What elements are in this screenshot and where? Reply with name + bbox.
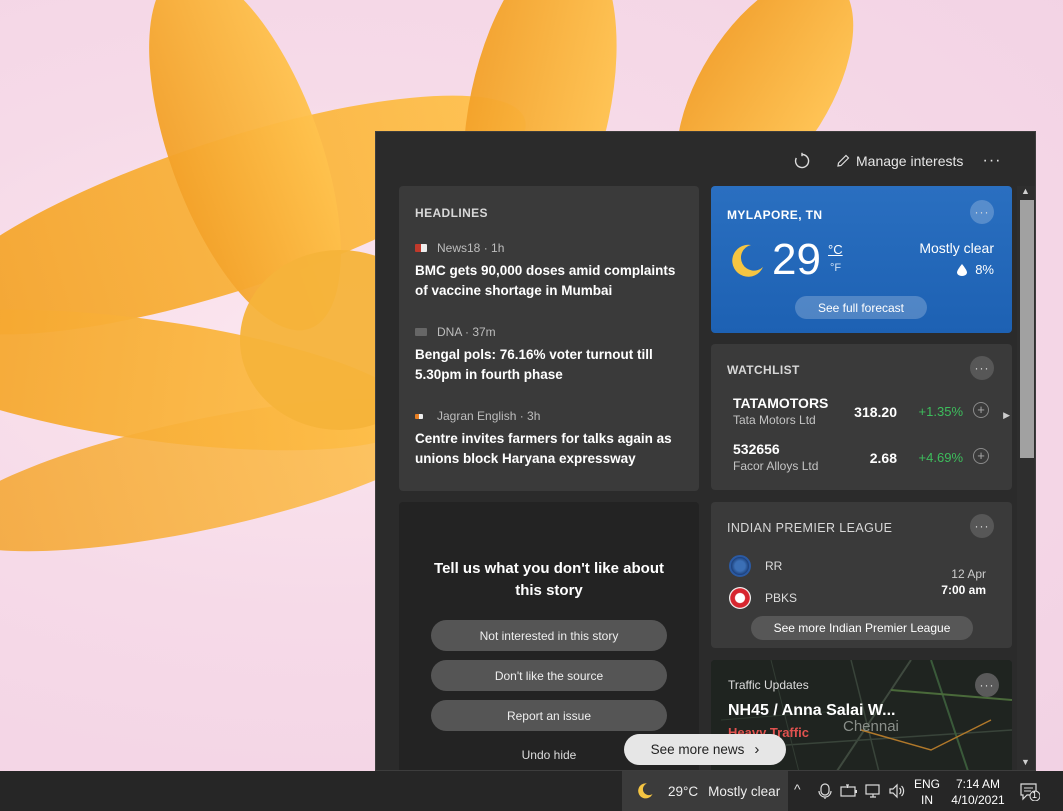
pencil-icon	[837, 154, 850, 167]
taskbar: 29°C Mostly clear ^ ENG IN 7:14 AM 4/10/…	[0, 771, 1063, 811]
stock-row[interactable]: TATAMOTORS Tata Motors Ltd 318.20 +1.35%…	[733, 395, 993, 427]
watchlist-title: WATCHLIST	[727, 363, 800, 377]
jagran-logo-icon	[415, 413, 423, 419]
stock-price: 318.20	[854, 404, 897, 420]
team-name: PBKS	[765, 591, 798, 605]
manage-interests-button[interactable]: Manage interests	[836, 148, 963, 174]
feedback-title: Tell us what you don't like about this s…	[434, 560, 664, 599]
weather-condition: Mostly clear	[919, 240, 994, 256]
more-options-button[interactable]: ···	[982, 148, 1002, 174]
raindrop-icon	[957, 263, 968, 276]
taskbar-clock[interactable]: 7:14 AM 4/10/2021	[948, 776, 1008, 808]
ipl-more-button[interactable]: ···	[970, 514, 994, 538]
pbks-logo-icon	[729, 587, 751, 609]
news-title: Centre invites farmers for talks again a…	[415, 431, 672, 466]
team-row-pbks[interactable]: PBKS	[729, 587, 797, 609]
moon-icon	[732, 244, 763, 277]
taskbar-weather-button[interactable]: 29°C Mostly clear	[622, 771, 788, 811]
news-source: News18 · 1h	[415, 241, 685, 255]
traffic-more-button[interactable]: ···	[975, 673, 999, 697]
news-source: Jagran English · 3h	[415, 409, 685, 423]
stock-price: 2.68	[869, 450, 897, 466]
chevron-right-icon: ›	[754, 741, 760, 758]
weather-card[interactable]: MYLAPORE, TN ··· 29 °C °F Mostly clear 8…	[711, 186, 1012, 333]
weather-temperature: 29	[772, 235, 821, 284]
news-item[interactable]: DNA · 37m Bengal pols: 76.16% voter turn…	[415, 325, 685, 385]
news-title: Bengal pols: 76.16% voter turnout till 5…	[415, 347, 653, 382]
team-row-rr[interactable]: RR	[729, 555, 782, 577]
news-source-label: DNA · 37m	[437, 325, 496, 339]
news18-logo-icon	[415, 244, 427, 252]
match-date: 12 Apr	[951, 567, 986, 581]
stock-change: +4.69%	[918, 450, 963, 465]
moon-icon	[638, 783, 653, 799]
notification-count: 1	[1032, 790, 1038, 800]
news-item[interactable]: News18 · 1h BMC gets 90,000 doses amid c…	[415, 241, 685, 301]
panel-scrollbar[interactable]: ▲ ▼	[1017, 186, 1035, 770]
news-source-label: News18 · 1h	[437, 241, 505, 255]
report-issue-button[interactable]: Report an issue	[431, 700, 667, 731]
weather-precipitation: 8%	[957, 262, 994, 277]
weather-location: MYLAPORE, TN	[727, 208, 823, 222]
watchlist-card: WATCHLIST ··· TATAMOTORS Tata Motors Ltd…	[711, 344, 1012, 490]
scroll-thumb[interactable]	[1020, 200, 1034, 458]
news-title: BMC gets 90,000 doses amid complaints of…	[415, 263, 676, 298]
story-feedback-card: Tell us what you don't like about this s…	[399, 502, 699, 770]
taskbar-weather-cond: Mostly clear	[708, 783, 781, 799]
weather-more-button[interactable]: ···	[970, 200, 994, 224]
traffic-title: Traffic Updates	[728, 678, 809, 692]
rr-logo-icon	[729, 555, 751, 577]
volume-icon[interactable]	[888, 783, 906, 799]
see-more-news-button[interactable]: See more news ›	[624, 734, 786, 765]
watchlist-next-arrow-icon[interactable]: ▶	[1003, 410, 1010, 421]
celsius-toggle[interactable]: °C	[828, 242, 843, 257]
precip-value: 8%	[975, 262, 994, 277]
clock-time: 7:14 AM	[955, 777, 1001, 791]
see-full-forecast-button[interactable]: See full forecast	[795, 296, 927, 319]
news-source-label: Jagran English · 3h	[437, 409, 541, 423]
language-code: ENG	[913, 777, 940, 791]
region-code: IN	[921, 793, 933, 807]
news-interests-panel: Manage interests ··· HEADLINES News18 · …	[375, 131, 1036, 771]
taskbar-weather-temp: 29°C	[668, 783, 699, 799]
clock-date: 4/10/2021	[951, 793, 1005, 807]
traffic-map-label: Chennai	[843, 718, 899, 735]
dna-logo-icon	[415, 328, 427, 336]
match-time: 7:00 am	[941, 583, 986, 597]
show-hidden-icons-icon[interactable]: ^	[794, 781, 801, 797]
meet-now-icon[interactable]	[818, 783, 832, 799]
scroll-down-icon[interactable]: ▼	[1021, 757, 1030, 767]
panel-header: Manage interests ···	[376, 132, 1035, 188]
battery-icon[interactable]	[840, 783, 858, 799]
scroll-up-icon[interactable]: ▲	[1021, 186, 1030, 196]
dislike-source-button[interactable]: Don't like the source	[431, 660, 667, 691]
action-center-button[interactable]: 1	[1020, 783, 1041, 806]
not-interested-button[interactable]: Not interested in this story	[431, 620, 667, 651]
news-source: DNA · 37m	[415, 325, 685, 339]
input-language-indicator[interactable]: ENG IN	[913, 776, 941, 808]
news-item[interactable]: Jagran English · 3h Centre invites farme…	[415, 409, 685, 469]
fahrenheit-toggle[interactable]: °F	[830, 262, 841, 274]
stock-change: +1.35%	[918, 404, 963, 419]
add-stock-icon[interactable]: +	[973, 402, 989, 418]
team-name: RR	[765, 559, 783, 573]
see-more-ipl-button[interactable]: See more Indian Premier League	[751, 616, 973, 640]
headlines-card: HEADLINES News18 · 1h BMC gets 90,000 do…	[399, 186, 699, 491]
ipl-card: INDIAN PREMIER LEAGUE ··· RR PBKS 12 Apr…	[711, 502, 1012, 648]
manage-interests-label: Manage interests	[856, 153, 964, 169]
watchlist-more-button[interactable]: ···	[970, 356, 994, 380]
refresh-button[interactable]	[790, 148, 814, 174]
add-stock-icon[interactable]: +	[973, 448, 989, 464]
network-icon[interactable]	[865, 783, 883, 799]
ipl-title: INDIAN PREMIER LEAGUE	[727, 521, 893, 535]
headlines-title: HEADLINES	[415, 206, 488, 220]
traffic-road: NH45 / Anna Salai W...	[728, 702, 896, 719]
refresh-icon	[794, 152, 810, 169]
see-more-news-label: See more news	[650, 742, 745, 757]
stock-row[interactable]: 532656 Facor Alloys Ltd 2.68 +4.69% +	[733, 441, 993, 473]
